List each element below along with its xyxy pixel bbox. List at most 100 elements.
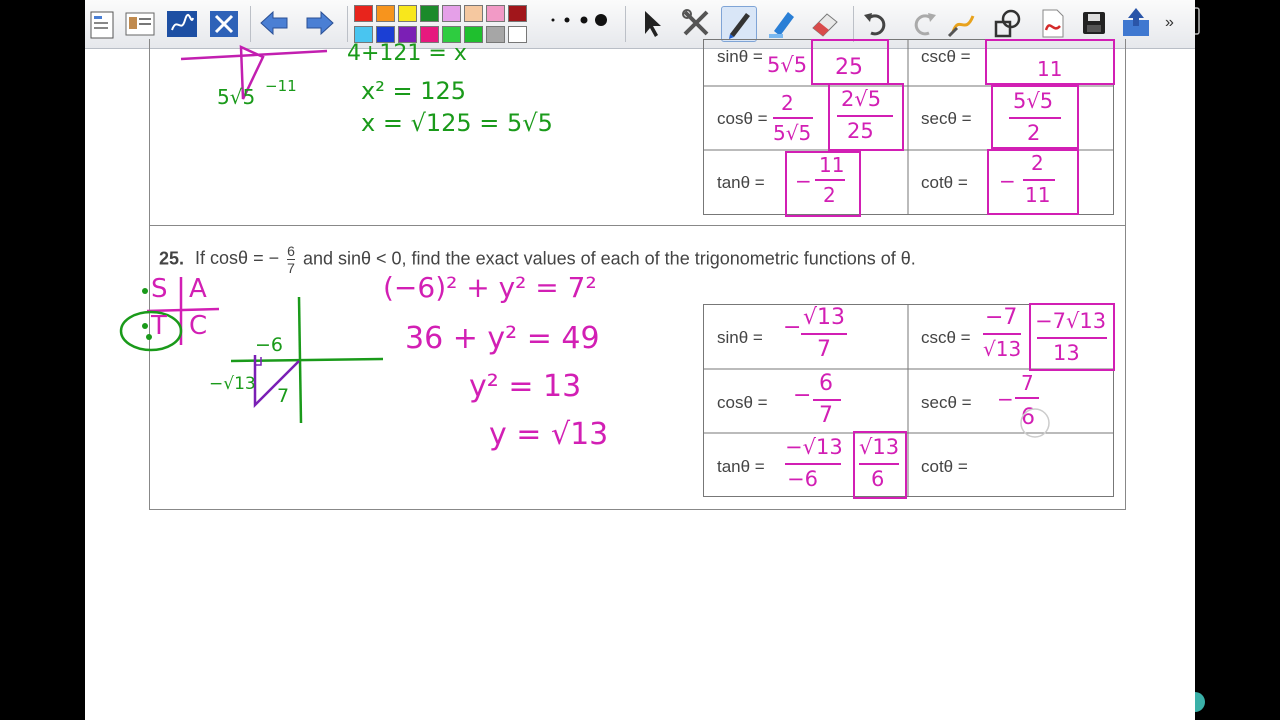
- eraser-icon[interactable]: [807, 6, 841, 40]
- color-swatch[interactable]: [398, 5, 417, 22]
- sin-sign: −: [783, 315, 802, 340]
- toolbar-separator: [347, 6, 348, 42]
- question-fraction-numerator: 6: [287, 243, 295, 260]
- pen-page-icon[interactable]: [165, 6, 199, 40]
- work-eq-3: y² = 13: [469, 369, 582, 404]
- color-swatch[interactable]: [464, 5, 483, 22]
- question-part-1: If cosθ = −: [195, 248, 280, 269]
- prev-eq-1: 4+121 = x: [347, 41, 467, 66]
- whiteboard-canvas[interactable]: 25. If cosθ = − 6 7 and sinθ < 0, find t…: [85, 39, 1195, 720]
- redo-icon[interactable]: [907, 6, 941, 40]
- prev-cot-sign: −: [999, 169, 1016, 193]
- prev-sec-box-bar: [1009, 117, 1061, 119]
- quadrant-a: A: [189, 274, 207, 304]
- magic-pen-icon[interactable]: [945, 6, 979, 40]
- prev-tan-bar: [815, 179, 845, 181]
- pdf-export-icon[interactable]: [1035, 6, 1069, 40]
- shapes-icon[interactable]: [991, 6, 1025, 40]
- color-swatch[interactable]: [442, 5, 461, 22]
- label-tan-top: tanθ =: [717, 173, 765, 192]
- prev-cos-box-den: 25: [847, 119, 874, 143]
- pen-cursor-indicator: [1020, 408, 1050, 438]
- color-swatch[interactable]: [376, 5, 395, 22]
- prev-cos-den: 5√5: [773, 121, 812, 145]
- label-sec: secθ =: [921, 393, 972, 412]
- prev-tri-side: −11: [265, 77, 297, 95]
- problem-number: 25.: [159, 248, 185, 269]
- more-tools-button[interactable]: »: [1165, 14, 1174, 32]
- sin-bar: [801, 333, 847, 335]
- prev-eq-2: x² = 125: [361, 77, 466, 105]
- color-swatch[interactable]: [508, 5, 527, 22]
- color-swatch[interactable]: [420, 5, 439, 22]
- prev-cos-num: 2: [781, 91, 794, 115]
- csc-box-denominator: 13: [1053, 341, 1080, 365]
- csc-denominator: √13: [983, 337, 1022, 361]
- tools-settings-icon[interactable]: [207, 6, 241, 40]
- label-csc: cscθ =: [921, 328, 971, 347]
- toolbar-separator: [853, 6, 854, 42]
- csc-bar: [983, 333, 1021, 335]
- select-arrow-icon[interactable]: [635, 6, 669, 40]
- next-page-icon[interactable]: [303, 6, 337, 40]
- tan-box-bar: [859, 463, 899, 465]
- cos-denominator: 7: [819, 403, 833, 428]
- sin-denominator: 7: [817, 337, 831, 362]
- axes-triangle-sketch: [230, 296, 384, 424]
- pen-tool-icon[interactable]: [721, 6, 757, 42]
- work-eq-4: y = √13: [489, 417, 609, 452]
- csc-numerator: −7: [985, 305, 1018, 330]
- tan-bar: [785, 463, 841, 465]
- prev-cot-num: 2: [1031, 151, 1044, 175]
- quadrant-t: T: [151, 311, 167, 341]
- hypotenuse-label: 7: [277, 385, 290, 407]
- quadrant-c: C: [189, 311, 208, 341]
- toolbar-separator: [250, 6, 251, 42]
- question-fraction: 6 7: [287, 243, 295, 276]
- work-eq-2: 36 + y² = 49: [405, 321, 600, 356]
- prev-tan-den: 2: [823, 183, 836, 207]
- prev-eq-3: x = √125 = 5√5: [361, 109, 553, 137]
- color-swatch[interactable]: [354, 5, 373, 22]
- y-leg-label: −√13: [209, 374, 256, 394]
- previous-page-icon[interactable]: [257, 6, 291, 40]
- label-sec-top: secθ =: [921, 109, 972, 128]
- prev-cos-box-num: 2√5: [841, 87, 882, 111]
- line-width-thick-icon[interactable]: [575, 6, 609, 40]
- cos-sign: −: [793, 383, 812, 408]
- label-sin: sinθ =: [717, 328, 763, 347]
- edge-panel-icon: [1195, 7, 1205, 712]
- csc-box-numerator: −7√13: [1035, 309, 1107, 333]
- color-swatch[interactable]: [486, 5, 505, 22]
- save-icon[interactable]: [1077, 6, 1111, 40]
- highlighter-icon[interactable]: [765, 6, 799, 40]
- cos-numerator: 6: [819, 371, 833, 396]
- undo-icon[interactable]: [859, 6, 893, 40]
- tan-box-denominator: 6: [871, 467, 885, 491]
- label-tan: tanθ =: [717, 457, 765, 476]
- work-eq-1: (−6)² + y² = 7²: [383, 271, 597, 304]
- prev-tan-num: 11: [819, 153, 845, 177]
- screen-shade-icon[interactable]: [123, 6, 157, 40]
- desktop-edge: [1195, 0, 1280, 720]
- prev-cot-den: 11: [1025, 183, 1051, 207]
- prev-cot-bar: [1023, 179, 1055, 181]
- prev-sin-box-val: 25: [835, 55, 863, 80]
- cos-bar: [813, 399, 841, 401]
- label-csc-top: cscθ =: [921, 47, 971, 66]
- prev-sin-ans: 5√5: [767, 53, 808, 77]
- label-cos: cosθ =: [717, 393, 768, 412]
- tools-crossed-icon[interactable]: [679, 6, 713, 40]
- smart-notebook-window: » 25. If cosθ = − 6 7 and sinθ < 0, find…: [85, 0, 1195, 720]
- csc-box-bar: [1037, 337, 1107, 339]
- prev-csc-box-val: 11: [1037, 57, 1063, 81]
- sin-numerator: √13: [803, 305, 846, 330]
- sec-numerator: 7: [1021, 371, 1034, 395]
- question-fraction-denominator: 7: [287, 260, 295, 276]
- tan-box-numerator: √13: [859, 435, 900, 459]
- prev-cos-bar: [773, 117, 813, 119]
- prev-sec-box-den: 2: [1027, 121, 1041, 145]
- question-part-2: and sinθ < 0, find the exact values of e…: [302, 248, 916, 269]
- view-screens-icon[interactable]: [87, 6, 121, 40]
- share-upload-icon[interactable]: [1119, 6, 1153, 40]
